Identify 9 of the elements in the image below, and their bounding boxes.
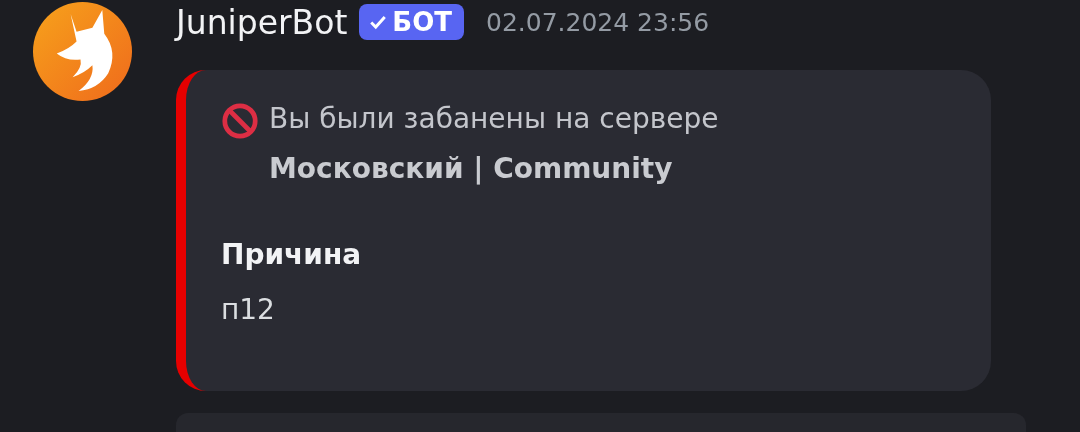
timestamp: 02.07.2024 23:56: [486, 7, 710, 37]
fox-avatar-icon[interactable]: [33, 2, 132, 101]
author-name[interactable]: JuniperBot: [176, 2, 348, 42]
check-icon: [369, 13, 388, 31]
badge-label: БОТ: [392, 7, 452, 37]
field-name: Причина: [221, 238, 363, 271]
prohibited-icon: [221, 102, 259, 140]
embed-title: Вы были забанены на сервере Московский | Community: [269, 101, 720, 187]
field-value: п12: [221, 293, 276, 326]
